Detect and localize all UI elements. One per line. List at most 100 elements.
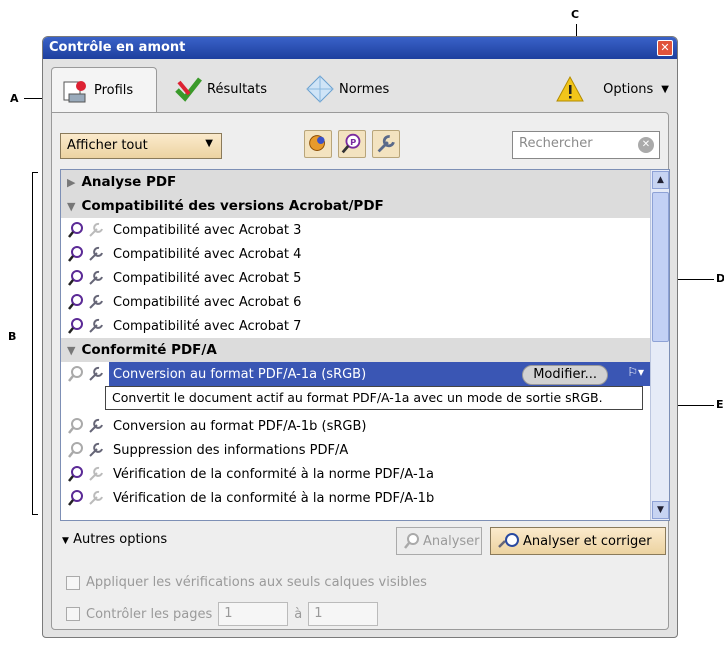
tab-normes[interactable]: Normes [305,67,389,111]
magnifier-p-icon [68,246,83,262]
collapsed-triangle-icon: ▶ [67,175,76,189]
wrench-icon [89,442,103,457]
list-item[interactable]: Compatibilité avec Acrobat 7 [61,314,650,338]
wrench-icon [89,270,103,285]
checkmark-icon [175,77,202,102]
diamond-icon [306,75,334,103]
wrench-icon [89,222,103,237]
item-label: Conversion au format PDF/A-1a (sRGB) [113,366,367,382]
list-item-selected[interactable]: Conversion au format PDF/A-1a (sRGB) Mod… [61,362,650,386]
list-item[interactable]: Conversion au format PDF/A-1b (sRGB) [61,414,650,438]
profiles-icon [63,80,86,102]
tab-resultats[interactable]: Résultats [173,67,267,111]
check-pages-checkbox[interactable] [66,607,80,621]
scroll-thumb[interactable] [652,192,669,342]
expand-caret-icon: ▼ [62,536,69,546]
section-label: Conformité PDF/A [81,342,217,358]
magnifier-p-icon [68,490,83,506]
profiles-filter-button[interactable] [304,130,332,158]
close-button[interactable]: ✕ [657,40,673,56]
item-label: Suppression des informations PDF/A [113,442,349,458]
tab-options-label: Options [603,81,654,97]
section-conformite-pdfa[interactable]: ▼ Conformité PDF/A [61,338,650,362]
callout-b: B [8,330,17,343]
tab-profils-label: Profils [94,83,134,98]
scroll-up-icon[interactable]: ▲ [652,171,669,189]
callout-c: C [571,8,580,21]
visible-layers-checkbox[interactable] [66,575,80,590]
profiles-panel: Afficher tout ▼ P Rechercher ✕ ▶ Analyse… [51,112,670,630]
wrench-icon [89,246,103,261]
flag-menu-icon[interactable]: ⚐▾ [627,365,644,379]
list-item[interactable]: Vérification de la conformité à la norme… [61,486,650,510]
item-label: Compatibilité avec Acrobat 3 [113,222,302,238]
list-item[interactable]: Compatibilité avec Acrobat 3 [61,218,650,242]
filter-value: Afficher tout [67,138,148,153]
wrench-icon [89,294,103,309]
fixups-filter-button[interactable] [372,130,400,158]
list-item[interactable]: Compatibilité avec Acrobat 6 [61,290,650,314]
title-bar: Contrôle en amont ✕ [43,37,677,59]
search-input[interactable]: Rechercher ✕ [512,131,660,159]
wrench-icon [89,366,103,381]
more-options-label: Autres options [73,532,168,547]
list-item[interactable]: Compatibilité avec Acrobat 4 [61,242,650,266]
wrench-icon [89,466,103,481]
analyze-button[interactable]: Analyser [396,527,482,555]
tab-options[interactable]: Options ▼ [555,67,669,111]
callout-d: D [716,272,724,285]
magnifier-p-icon [404,533,419,549]
scroll-down-icon[interactable]: ▼ [652,501,669,519]
more-options-toggle[interactable]: ▼ Autres options [62,532,167,547]
analyze-label: Analyser [423,533,480,549]
tab-profils[interactable]: Profils [51,67,157,113]
magnifier-p-icon [68,270,83,286]
filter-dropdown[interactable]: Afficher tout ▼ [60,133,222,159]
tab-resultats-label: Résultats [207,81,268,97]
list-item[interactable]: Compatibilité avec Acrobat 5 [61,266,650,290]
item-label: Vérification de la conformité à la norme… [113,466,434,482]
check-pages-label: Contrôler les pages [86,606,213,622]
visible-layers-option: Appliquer les vérifications aux seuls ca… [66,575,427,590]
modify-button[interactable]: Modifier... [522,365,608,385]
wrench-icon [89,318,103,333]
item-label: Compatibilité avec Acrobat 7 [113,318,302,334]
clear-search-icon[interactable]: ✕ [638,137,654,153]
section-analyse-pdf[interactable]: ▶ Analyse PDF [61,170,650,194]
list-item[interactable]: Vérification de la conformité à la norme… [61,462,650,486]
profile-filter-icon [309,135,325,151]
wrench-icon [89,418,103,433]
window-title: Contrôle en amont [49,40,186,55]
magnifier-p-icon [68,294,83,310]
preflight-window: Contrôle en amont ✕ Profils Résultats No… [42,36,678,638]
selected-highlight[interactable]: Conversion au format PDF/A-1a (sRGB) Mod… [109,362,650,386]
checks-filter-button[interactable]: P [338,130,366,158]
wrench-icon [377,135,395,153]
section-compatibilite[interactable]: ▼ Compatibilité des versions Acrobat/PDF [61,194,650,218]
callout-b-bracket-bottom [32,514,38,515]
page-to-input[interactable]: 1 [308,602,379,626]
magnifier-p-icon [68,418,83,434]
profiles-list: ▶ Analyse PDF ▼ Compatibilité des versio… [60,169,670,521]
wrench-magnifier-icon [498,533,519,548]
item-label: Compatibilité avec Acrobat 4 [113,246,302,262]
visible-layers-label: Appliquer les vérifications aux seuls ca… [86,575,427,590]
options-caret-icon: ▼ [661,83,669,95]
scrollbar[interactable]: ▲ ▼ [650,170,669,520]
section-label: Analyse PDF [81,174,177,190]
expanded-triangle-icon: ▼ [67,199,76,213]
magnifier-p-icon [68,222,83,238]
item-label: Compatibilité avec Acrobat 5 [113,270,302,286]
analyze-and-fix-button[interactable]: Analyser et corriger [490,527,666,555]
check-pages-option: Contrôler les pages 1 à 1 [66,602,384,626]
magnifier-p-icon [68,366,83,382]
item-label: Conversion au format PDF/A-1b (sRGB) [113,418,367,434]
page-from-input[interactable]: 1 [218,602,289,626]
callout-b-bracket [32,172,33,514]
list-item[interactable]: Suppression des informations PDF/A [61,438,650,462]
wrench-icon [89,490,103,505]
magnifier-p-icon: P [341,133,361,154]
magnifier-p-icon [68,442,83,458]
tooltip: Convertit le document actif au format PD… [105,386,643,410]
search-placeholder: Rechercher [519,136,593,151]
